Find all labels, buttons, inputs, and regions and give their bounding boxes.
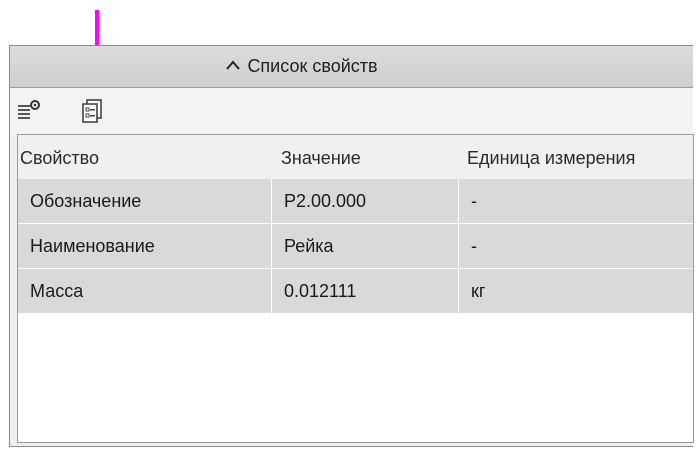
toolbar — [10, 88, 693, 134]
panel-header[interactable]: Список свойств — [10, 46, 693, 88]
cell-value[interactable]: Рейка — [272, 224, 459, 268]
property-settings-icon — [18, 100, 40, 119]
grid-header: Свойство Значение Единица измерения — [18, 135, 693, 179]
cell-value[interactable]: 0.012111 — [272, 269, 459, 313]
properties-grid: Свойство Значение Единица измерения Обоз… — [17, 134, 694, 443]
table-row[interactable]: Наименование Рейка - — [18, 224, 693, 269]
cell-property[interactable]: Обозначение — [18, 179, 272, 223]
property-settings-button[interactable] — [14, 96, 44, 126]
panel-title: Список свойств — [247, 56, 378, 76]
property-list-icon — [82, 99, 102, 123]
cell-unit[interactable]: - — [459, 224, 695, 268]
header-unit[interactable]: Единица измерения — [467, 148, 635, 169]
property-list-button[interactable] — [78, 96, 108, 126]
table-row[interactable]: Обозначение Р2.00.000 - — [18, 179, 693, 224]
cell-property[interactable]: Масса — [18, 269, 272, 313]
cell-property[interactable]: Наименование — [18, 224, 272, 268]
header-value[interactable]: Значение — [281, 148, 361, 169]
cell-unit[interactable]: - — [459, 179, 695, 223]
cell-unit[interactable]: кг — [459, 269, 695, 313]
cell-value[interactable]: Р2.00.000 — [272, 179, 459, 223]
table-row[interactable]: Масса 0.012111 кг — [18, 269, 693, 314]
properties-panel: Список свойств Свойство Значение Единица… — [9, 45, 694, 447]
header-property[interactable]: Свойство — [20, 148, 99, 169]
chevron-up-icon[interactable] — [225, 58, 241, 76]
